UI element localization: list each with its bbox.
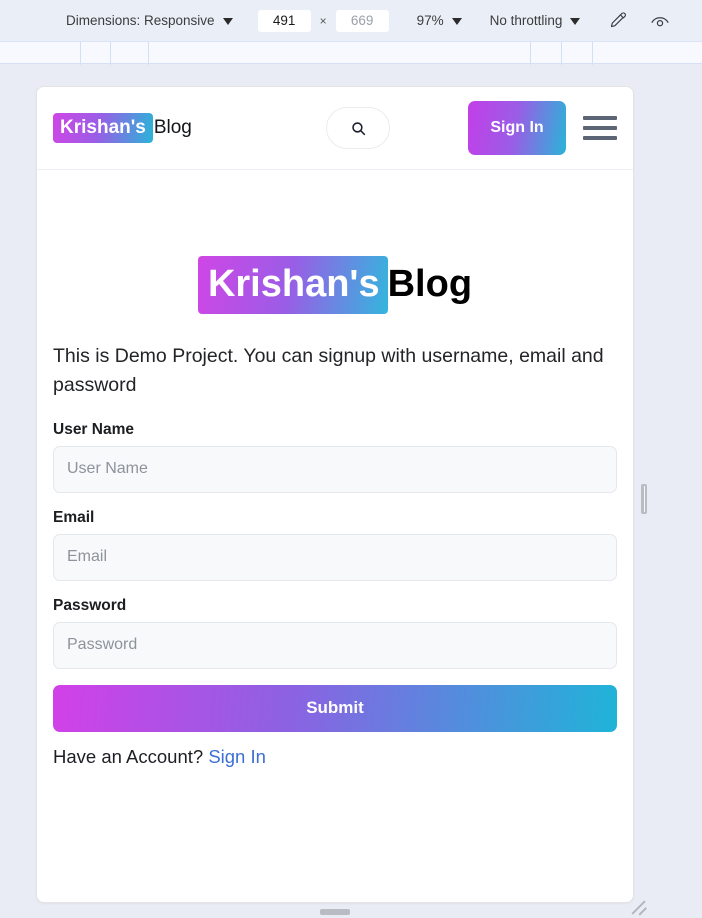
search-icon [351,121,365,135]
viewport-ruler [0,41,702,65]
search-button[interactable] [326,107,390,149]
device-toolbar: Dimensions: Responsive × 97% No throttli… [0,0,702,41]
viewport-width-input[interactable] [257,9,311,32]
chevron-down-icon [222,18,233,25]
chevron-down-icon [451,18,462,25]
email-label: Email [53,508,95,526]
viewport-height-input[interactable] [335,9,389,32]
ruler-tick [110,42,111,65]
submit-button[interactable]: Submit [53,684,617,732]
dimensions-label: Dimensions: Responsive [66,13,215,28]
signin-link[interactable]: Sign In [208,746,266,767]
existing-account-prompt: Have an Account? Sign In [53,746,617,768]
eyedropper-icon[interactable] [604,8,630,34]
ruler-tick [561,42,562,65]
hero-title: Krishan's Blog [53,170,617,314]
username-label: User Name [53,420,134,438]
username-input[interactable] [53,445,617,493]
field-group-password: Password [53,597,617,669]
hero-badge-text: Krishan's [197,256,388,314]
hero-rest-text: Blog [387,263,473,305]
zoom-dropdown[interactable]: 97% [417,13,462,28]
password-label: Password [53,596,127,614]
ruler-tick [148,42,149,65]
hamburger-bar [583,136,617,140]
cast-icon[interactable] [647,8,673,34]
signup-form: User Name Email Password Submit Have an … [53,421,617,768]
hamburger-bar [583,116,617,120]
throttling-label: No throttling [489,13,563,28]
hamburger-menu-icon[interactable] [583,112,617,144]
site-navbar: Krishan's Blog Sign In [37,87,633,170]
chevron-down-icon [570,18,581,25]
page-content: Krishan's Blog This is Demo Project. You … [37,170,633,768]
size-separator: × [319,13,327,28]
viewport-width-resize-handle[interactable] [641,484,647,514]
ruler-tick [530,42,531,65]
hamburger-bar [583,126,617,130]
email-input[interactable] [53,533,617,581]
field-group-username: User Name [53,421,617,493]
brand-rest-text: Blog [153,117,192,138]
viewport-corner-resize-handle[interactable] [632,898,650,916]
account-prompt-text: Have an Account? [53,745,209,767]
navbar-signin-button[interactable]: Sign In [468,101,566,155]
dimensions-dropdown[interactable]: Dimensions: Responsive [66,13,233,28]
ruler-tick [592,42,593,65]
password-input[interactable] [53,621,617,669]
site-brand[interactable]: Krishan's Blog [53,113,192,143]
throttling-dropdown[interactable]: No throttling [490,13,581,28]
field-group-email: Email [53,509,617,581]
viewport-height-resize-handle[interactable] [320,909,350,915]
intro-paragraph: This is Demo Project. You can signup wit… [53,345,604,396]
ruler-tick [80,42,81,65]
device-viewport: Krishan's Blog Sign In Krishan's Blog Thi… [37,87,633,902]
zoom-level-label: 97% [416,13,444,28]
brand-badge-text: Krishan's [53,113,153,143]
